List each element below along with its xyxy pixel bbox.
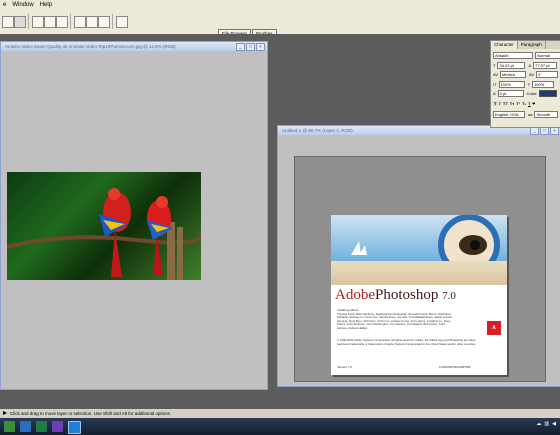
window-title: Amazin Video Super Quality 4k Animals Vi… [1, 42, 267, 51]
tracking-field[interactable]: 0 [536, 71, 559, 78]
taskbar-excel-icon[interactable] [36, 421, 47, 432]
font-family-select[interactable]: Ahsadh [493, 52, 533, 59]
toolbar-separator [28, 14, 29, 29]
status-bar: Click and drag to move layer or selectio… [0, 409, 560, 418]
vertical-scale-field[interactable]: 100% [498, 81, 525, 88]
color-label: Color: [526, 91, 538, 96]
parrots-image[interactable] [7, 172, 201, 280]
brand-version: 7.0 [442, 290, 456, 302]
toolbar-separator [112, 14, 113, 29]
windows-taskbar: ☁ ▥ ◀ [0, 418, 560, 435]
close-button[interactable]: × [256, 43, 265, 51]
tab-paragraph[interactable]: Paragraph [518, 41, 546, 49]
splash-version: Version 7.0 [337, 365, 353, 369]
all-caps-button[interactable]: TT [502, 101, 509, 106]
volume-icon[interactable]: ◀ [552, 421, 556, 427]
taskbar-photoshop-icon[interactable] [68, 421, 81, 434]
horizontal-scale-icon: T [527, 82, 531, 87]
splash-serial: 1045029970034987506 [439, 365, 471, 369]
align-center-icon[interactable] [86, 16, 98, 28]
language-select[interactable]: English: USA [493, 111, 525, 118]
splash-artwork [331, 215, 507, 285]
menu-edit[interactable]: e [0, 2, 9, 8]
credits-text: Thomas Knoll, Mark Hamburg, Seetharaman … [337, 311, 453, 330]
splash-sand [331, 261, 507, 285]
options-bar: File Browser Brushes [0, 9, 560, 38]
auto-select-checkbox[interactable] [14, 16, 26, 28]
status-arrow-icon[interactable] [3, 411, 7, 415]
document-window-parrots[interactable]: Amazin Video Super Quality 4k Animals Vi… [0, 41, 268, 390]
minimize-button[interactable]: _ [530, 127, 539, 135]
brand-product: Photoshop [375, 287, 439, 303]
vertical-scale-icon: IT [493, 82, 497, 87]
align-bottom-icon[interactable] [56, 16, 68, 28]
align-middle-icon[interactable] [44, 16, 56, 28]
document-window-untitled[interactable]: Untitled-1 @ 66.7% (Layer 1, RGB) _ □ × … [277, 125, 560, 387]
adobe-logo-icon: A [487, 321, 501, 335]
taskbar-media-icon[interactable] [52, 421, 63, 432]
character-palette[interactable]: Character Paragraph Ahsadh Normal T 34.0… [490, 40, 560, 128]
minimize-button[interactable]: _ [236, 43, 245, 51]
font-size-field[interactable]: 34.03 pt [497, 62, 526, 69]
taskbar-app-icon[interactable] [4, 421, 15, 432]
align-top-icon[interactable] [32, 16, 44, 28]
horizontal-scale-field[interactable]: 100% [532, 81, 555, 88]
taskbar-word-icon[interactable] [20, 421, 31, 432]
maximize-button[interactable]: □ [540, 127, 549, 135]
status-text: Click and drag to move layer or selectio… [10, 411, 172, 416]
tracking-icon: AV [529, 72, 535, 77]
move-tool-icon[interactable] [2, 16, 14, 28]
network-icon[interactable]: ▥ [544, 421, 549, 427]
baseline-field[interactable]: 0 pt [497, 90, 524, 97]
kerning-icon: AV [493, 72, 499, 77]
tab-character[interactable]: Character [491, 41, 518, 49]
splash-brand: AdobePhotoshop 7.0 [335, 287, 456, 304]
antialias-select[interactable]: Smooth [534, 111, 559, 118]
cloud-icon[interactable]: ☁ [536, 421, 541, 427]
close-button[interactable]: × [550, 127, 559, 135]
menu-window[interactable]: Window [9, 2, 36, 8]
kerning-field[interactable]: Metrics [500, 71, 527, 78]
parrots-illustration [7, 188, 201, 280]
document-canvas[interactable]: AdobePhotoshop 7.0 Initializing effects.… [294, 156, 546, 382]
leading-field[interactable]: 77.07 pt [533, 62, 558, 69]
antialias-icon: aa [528, 112, 533, 117]
text-color-swatch[interactable] [539, 90, 558, 97]
font-size-icon: T [493, 63, 496, 68]
brand-adobe: Adobe [335, 287, 375, 303]
align-left-icon[interactable] [74, 16, 86, 28]
baseline-icon: A [493, 91, 496, 96]
menu-bar: e Window Help [0, 0, 560, 9]
maximize-button[interactable]: □ [246, 43, 255, 51]
font-style-select[interactable]: Normal [535, 52, 560, 59]
align-right-icon[interactable] [98, 16, 110, 28]
toolbar-separator [70, 14, 71, 29]
strikethrough-button[interactable]: T [532, 101, 536, 106]
distribute-icon[interactable] [116, 16, 128, 28]
system-tray: ☁ ▥ ◀ [536, 421, 556, 427]
splash-credits: Initializing effects... Thomas Knoll, Ma… [337, 308, 455, 331]
splash-legal: © 1990-2002 Adobe Systems Incorporated. … [337, 338, 476, 346]
leading-icon: A [528, 63, 532, 68]
menu-help[interactable]: Help [37, 2, 55, 8]
photoshop-splash-screen: AdobePhotoshop 7.0 Initializing effects.… [331, 215, 507, 375]
